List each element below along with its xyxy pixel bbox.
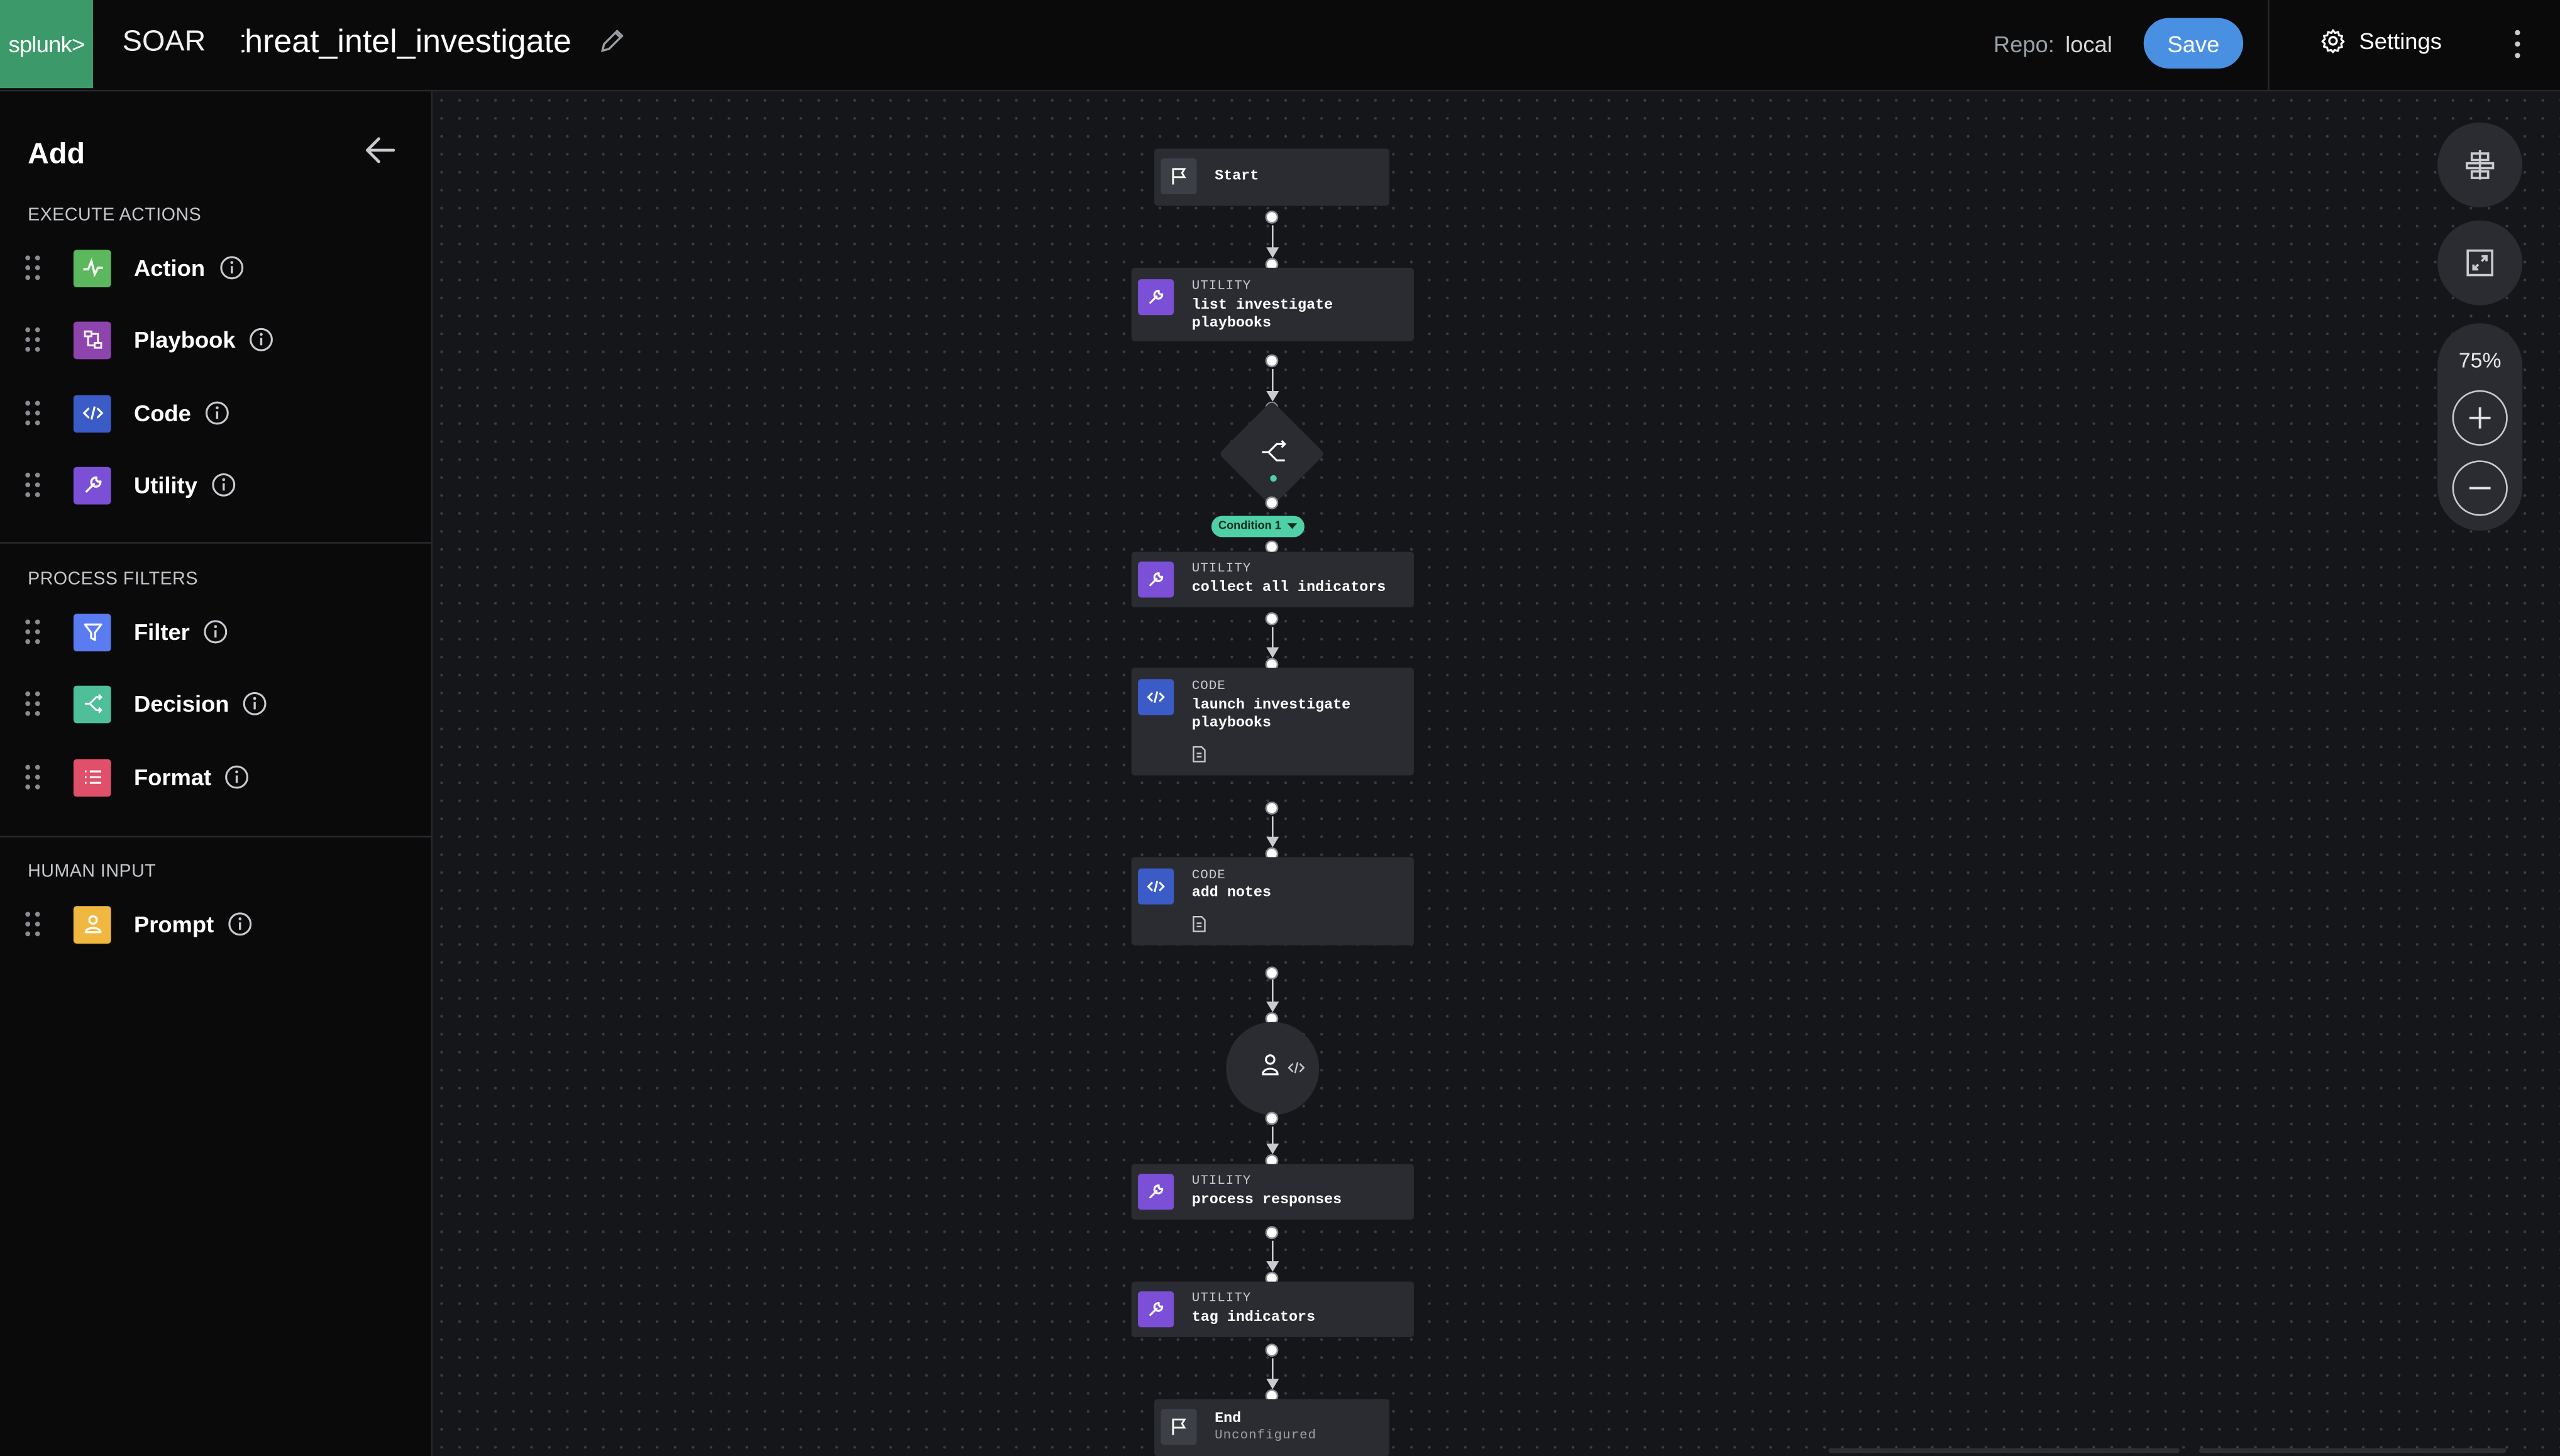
node-type: CODE: [1191, 679, 1226, 694]
chevron-down-icon: [1287, 523, 1297, 529]
node-type: UTILITY: [1191, 279, 1252, 294]
code-node[interactable]: CODE launch investigate playbooks: [1131, 668, 1414, 776]
node-name: list investigate playbooks: [1191, 297, 1333, 332]
code-icon: [1138, 868, 1174, 905]
decision-indicator: [1270, 475, 1277, 482]
node-name: Start: [1215, 168, 1259, 185]
output-port[interactable]: [1265, 496, 1279, 510]
zoom-controls: 75%: [2437, 323, 2523, 531]
utility-node[interactable]: UTILITY list investigate playbooks: [1131, 267, 1414, 341]
node-name: collect all indicators: [1191, 579, 1386, 596]
node-name: End: [1215, 1410, 1242, 1427]
utility-icon: [1138, 1174, 1174, 1210]
horizontal-scrollbar[interactable]: [1828, 1448, 2180, 1453]
code-node[interactable]: CODE add notes: [1131, 857, 1414, 946]
document-icon: [1193, 746, 1206, 763]
utility-node[interactable]: UTILITY collect all indicators: [1131, 551, 1414, 608]
zoom-in-button[interactable]: [2452, 390, 2508, 446]
zoom-out-button[interactable]: [2452, 460, 2508, 516]
node-name: tag indicators: [1191, 1309, 1316, 1326]
flag-icon: [1161, 1409, 1197, 1445]
auto-layout-button[interactable]: [2437, 122, 2523, 207]
node-name: add notes: [1191, 885, 1271, 902]
output-port[interactable]: [1265, 1111, 1279, 1125]
node-name: launch investigate playbooks: [1191, 697, 1351, 732]
flag-icon: [1161, 158, 1197, 195]
output-port[interactable]: [1265, 966, 1279, 980]
output-port[interactable]: [1265, 1343, 1279, 1357]
utility-icon: [1138, 561, 1174, 598]
code-icon: [1138, 679, 1174, 715]
horizontal-scrollbar[interactable]: [2199, 1448, 2507, 1453]
end-node[interactable]: End Unconfigured: [1154, 1399, 1389, 1456]
node-type: UTILITY: [1191, 1291, 1252, 1306]
fit-to-screen-button[interactable]: [2437, 220, 2523, 306]
node-status: Unconfigured: [1215, 1428, 1317, 1443]
zoom-level: 75%: [2458, 348, 2502, 373]
utility-node[interactable]: UTILITY process responses: [1131, 1164, 1414, 1220]
node-type: UTILITY: [1191, 561, 1252, 576]
node-type: UTILITY: [1191, 1174, 1252, 1189]
output-port[interactable]: [1265, 211, 1279, 224]
node-name: process responses: [1191, 1191, 1342, 1208]
node-type: CODE: [1191, 868, 1226, 883]
output-port[interactable]: [1265, 1226, 1279, 1240]
utility-icon: [1138, 279, 1174, 316]
output-port[interactable]: [1265, 612, 1279, 626]
condition-label: Condition 1: [1218, 521, 1281, 532]
utility-node[interactable]: UTILITY tag indicators: [1131, 1281, 1414, 1337]
output-port[interactable]: [1265, 354, 1279, 368]
code-icon: [1288, 1062, 1305, 1074]
prompt-node[interactable]: [1226, 1022, 1320, 1115]
person-icon: [1262, 1054, 1279, 1076]
utility-icon: [1138, 1291, 1174, 1328]
minus-icon: [2469, 487, 2491, 490]
start-node[interactable]: Start: [1154, 148, 1389, 206]
plus-icon: [2469, 407, 2491, 429]
condition-badge[interactable]: Condition 1: [1211, 516, 1305, 538]
document-icon: [1193, 915, 1206, 932]
output-port[interactable]: [1265, 802, 1279, 815]
decision-icon: [1262, 440, 1286, 461]
fit-screen-icon: [2466, 249, 2493, 277]
align-center-icon: [2466, 150, 2495, 180]
